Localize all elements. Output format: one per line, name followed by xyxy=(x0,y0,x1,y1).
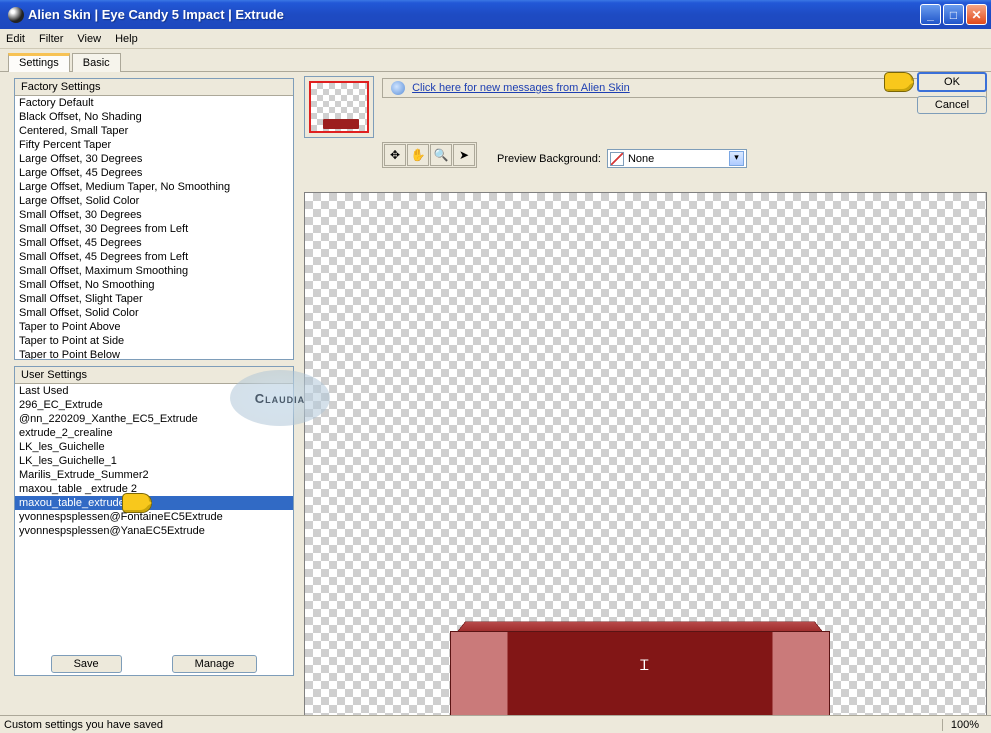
factory-item[interactable]: Black Offset, No Shading xyxy=(15,110,293,124)
preview-bg-select[interactable]: None ▾ xyxy=(607,149,747,168)
save-button[interactable]: Save xyxy=(51,655,122,673)
menu-help[interactable]: Help xyxy=(115,33,138,45)
hand-tool-icon[interactable]: ✋ xyxy=(407,144,429,166)
factory-item[interactable]: Large Offset, 30 Degrees xyxy=(15,152,293,166)
extrude-shape: Ꮖ xyxy=(450,609,830,719)
tab-settings[interactable]: Settings xyxy=(8,53,70,72)
titlebar: Alien Skin | Eye Candy 5 Impact | Extrud… xyxy=(0,0,991,29)
factory-settings-scroll[interactable]: Factory DefaultBlack Offset, No ShadingC… xyxy=(15,96,293,359)
window-title: Alien Skin | Eye Candy 5 Impact | Extrud… xyxy=(28,7,920,22)
user-item[interactable]: @nn_220209_Xanthe_EC5_Extrude xyxy=(15,412,293,426)
thumbnail-preview[interactable] xyxy=(309,81,369,133)
menu-view[interactable]: View xyxy=(77,33,101,45)
minimize-button[interactable]: _ xyxy=(920,4,941,25)
factory-item[interactable]: Large Offset, Solid Color xyxy=(15,194,293,208)
factory-item[interactable]: Small Offset, 45 Degrees xyxy=(15,236,293,250)
factory-item[interactable]: Centered, Small Taper xyxy=(15,124,293,138)
factory-item[interactable]: Fifty Percent Taper xyxy=(15,138,293,152)
close-button[interactable]: ✕ xyxy=(966,4,987,25)
chevron-down-icon: ▾ xyxy=(729,151,744,166)
pointer-tool-icon[interactable]: ➤ xyxy=(453,144,475,166)
message-box: Click here for new messages from Alien S… xyxy=(382,78,987,98)
move-tool-icon[interactable]: ✥ xyxy=(384,144,406,166)
factory-item[interactable]: Large Offset, Medium Taper, No Smoothing xyxy=(15,180,293,194)
menu-edit[interactable]: Edit xyxy=(6,33,25,45)
user-item[interactable]: LK_les_Guichelle xyxy=(15,440,293,454)
tab-basic[interactable]: Basic xyxy=(72,53,121,72)
factory-item[interactable]: Small Offset, 30 Degrees from Left xyxy=(15,222,293,236)
factory-item[interactable]: Small Offset, Solid Color xyxy=(15,306,293,320)
thumbnail-frame xyxy=(304,76,374,138)
factory-item[interactable]: Small Offset, 45 Degrees from Left xyxy=(15,250,293,264)
zoom-level: 100% xyxy=(942,719,987,731)
user-item[interactable]: Last Used xyxy=(15,384,293,398)
toolstrip: ✥ ✋ 🔍 ➤ xyxy=(382,142,477,168)
factory-settings-header: Factory Settings xyxy=(15,79,293,96)
cancel-button[interactable]: Cancel xyxy=(917,96,987,114)
preview-bg-value: None xyxy=(628,153,654,165)
manage-button[interactable]: Manage xyxy=(172,655,258,673)
factory-item[interactable]: Small Offset, No Smoothing xyxy=(15,278,293,292)
user-settings-panel: User Settings Last Used296_EC_Extrude@nn… xyxy=(14,366,294,676)
factory-item[interactable]: Taper to Point Above xyxy=(15,320,293,334)
text-cursor-icon: Ꮖ xyxy=(640,659,649,675)
user-item[interactable]: Marilis_Extrude_Summer2 xyxy=(15,468,293,482)
factory-item[interactable]: Taper to Point at Side xyxy=(15,334,293,348)
user-item[interactable]: extrude_2_crealine xyxy=(15,426,293,440)
ok-button[interactable]: OK xyxy=(917,72,987,92)
app-icon xyxy=(8,7,24,23)
factory-settings-panel: Factory Settings Factory DefaultBlack Of… xyxy=(14,78,294,360)
tab-row: Settings Basic xyxy=(0,49,991,72)
factory-item[interactable]: Small Offset, Maximum Smoothing xyxy=(15,264,293,278)
thumbnail-shape xyxy=(323,119,359,129)
menu-filter[interactable]: Filter xyxy=(39,33,63,45)
maximize-button[interactable]: □ xyxy=(943,4,964,25)
preview-area[interactable]: Ꮖ xyxy=(304,192,987,730)
user-settings-scroll[interactable]: Last Used296_EC_Extrude@nn_220209_Xanthe… xyxy=(15,384,293,651)
user-settings-header: User Settings xyxy=(15,367,293,384)
user-item[interactable]: 296_EC_Extrude xyxy=(15,398,293,412)
user-item[interactable]: maxou_table_extrude xyxy=(15,496,293,510)
none-swatch-icon xyxy=(610,152,624,166)
user-item[interactable]: yvonnespsplessen@FontaineEC5Extrude xyxy=(15,510,293,524)
user-item[interactable]: maxou_table _extrude 2 xyxy=(15,482,293,496)
zoom-tool-icon[interactable]: 🔍 xyxy=(430,144,452,166)
globe-icon xyxy=(391,81,405,95)
factory-item[interactable]: Small Offset, Slight Taper xyxy=(15,292,293,306)
factory-item[interactable]: Small Offset, 30 Degrees xyxy=(15,208,293,222)
user-item[interactable]: LK_les_Guichelle_1 xyxy=(15,454,293,468)
status-text: Custom settings you have saved xyxy=(4,719,163,731)
preview-bg-label: Preview Background: xyxy=(497,153,601,165)
window-buttons: _ □ ✕ xyxy=(920,4,987,25)
factory-item[interactable]: Large Offset, 45 Degrees xyxy=(15,166,293,180)
user-item[interactable]: yvonnespsplessen@YanaEC5Extrude xyxy=(15,524,293,538)
messages-link[interactable]: Click here for new messages from Alien S… xyxy=(412,82,630,94)
status-bar: Custom settings you have saved 100% xyxy=(0,715,991,733)
factory-item[interactable]: Taper to Point Below xyxy=(15,348,293,359)
factory-item[interactable]: Factory Default xyxy=(15,96,293,110)
menubar: Edit Filter View Help xyxy=(0,29,991,49)
